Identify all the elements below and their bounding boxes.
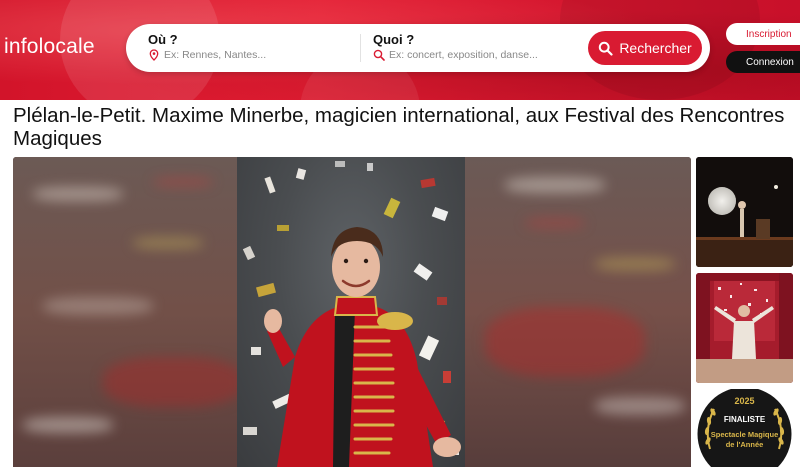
search-icon (373, 49, 385, 61)
login-button[interactable]: Connexion (726, 51, 800, 73)
badge-award-line1: Spectacle Magique (710, 430, 779, 439)
site-header: infolocale Où ? Quoi ? (0, 0, 800, 100)
signup-button[interactable]: Inscription (726, 23, 800, 45)
article-title: Plélan-le-Petit. Maxime Minerbe, magicie… (13, 104, 785, 150)
magician-portrait (237, 157, 467, 467)
site-logo[interactable]: infolocale (4, 35, 95, 59)
magician-on-stage-image (696, 273, 793, 383)
what-field[interactable]: Quoi ? (373, 32, 579, 61)
main-photo[interactable] (13, 157, 691, 467)
gallery-thumbnail[interactable] (696, 273, 793, 383)
search-divider (360, 34, 361, 62)
where-field[interactable]: Où ? (148, 32, 354, 61)
stage-performance-image (696, 157, 793, 267)
badge-year: 2025 (734, 396, 755, 406)
map-pin-icon (148, 49, 160, 61)
award-badge-thumbnail[interactable]: 2025 FINALISTE Spectacle Magique de l'An… (696, 389, 793, 467)
search-bar: Où ? Quoi ? (126, 24, 710, 72)
what-input[interactable] (389, 49, 579, 61)
what-label: Quoi ? (373, 32, 415, 47)
badge-award-line2: de l'Année (725, 440, 764, 449)
search-button-label: Rechercher (619, 40, 692, 56)
gallery-thumbnail[interactable] (696, 157, 793, 267)
photo-blur-background (13, 157, 243, 467)
search-icon (598, 41, 613, 56)
where-label: Où ? (148, 32, 178, 47)
search-button[interactable]: Rechercher (588, 31, 702, 65)
badge-status: FINALISTE (723, 415, 766, 424)
where-input[interactable] (164, 49, 354, 61)
photo-blur-background (465, 157, 691, 467)
